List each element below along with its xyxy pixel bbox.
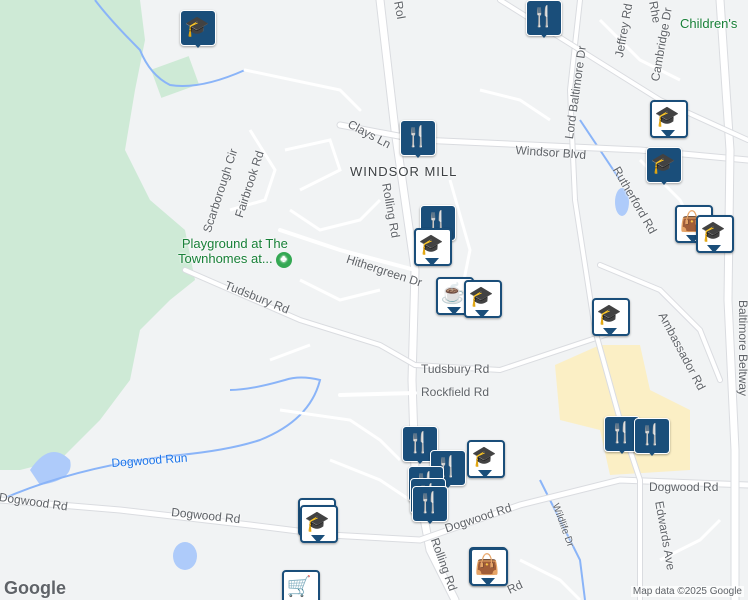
map-pin-school[interactable]: 🎓 bbox=[464, 280, 502, 320]
school-icon: 🎓 bbox=[700, 221, 726, 243]
school-icon: 🎓 bbox=[184, 16, 210, 38]
shopping-bag-icon: 👜 bbox=[474, 554, 500, 576]
map-pin-school[interactable]: 🎓 bbox=[646, 147, 682, 187]
map-pin-restaurant[interactable]: 🍴 bbox=[526, 0, 562, 40]
map-base-layer bbox=[0, 0, 748, 600]
tree-icon: ♣ bbox=[275, 251, 292, 268]
map-pin-grocery-cart[interactable]: 🛒 bbox=[282, 570, 320, 600]
rockfield-rd-label: Rockfield Rd bbox=[421, 385, 490, 399]
grocery-cart-icon: 🛒 bbox=[286, 576, 312, 598]
map-pin-school[interactable]: 🎓 bbox=[180, 10, 216, 50]
map-pin-school[interactable]: 🎓 bbox=[696, 215, 734, 255]
map-pin-shopping-bag[interactable]: 👜 bbox=[470, 548, 508, 588]
school-icon: 🎓 bbox=[650, 153, 676, 175]
restaurant-icon: 🍴 bbox=[608, 422, 634, 444]
map-attribution: Map data ©2025 Google bbox=[630, 586, 744, 597]
map-pin-restaurant[interactable]: 🍴 bbox=[412, 486, 448, 526]
restaurant-icon: 🍴 bbox=[404, 126, 430, 148]
restaurant-icon: 🍴 bbox=[416, 492, 442, 514]
map-pin-restaurant[interactable]: 🍴 bbox=[634, 418, 670, 458]
pond-small bbox=[173, 542, 197, 570]
map-pin-school[interactable]: 🎓 bbox=[592, 298, 630, 338]
dogwood-rd-far-east-label: Dogwood Rd bbox=[649, 480, 719, 494]
baltimore-beltway-label: Baltimore Beltway bbox=[736, 300, 748, 397]
school-icon: 🎓 bbox=[596, 304, 622, 326]
school-icon: 🎓 bbox=[471, 446, 497, 468]
windsor-mill-label: WINDSOR MILL bbox=[350, 164, 458, 179]
restaurant-icon: 🍴 bbox=[638, 424, 664, 446]
map-pin-school[interactable]: 🎓 bbox=[467, 440, 505, 480]
playground-label[interactable]: Playground at The Townhomes at... ♣ bbox=[178, 236, 292, 268]
rol-label: Rol bbox=[391, 0, 409, 21]
school-icon: 🎓 bbox=[418, 234, 444, 256]
map-pin-school[interactable]: 🎓 bbox=[414, 228, 452, 268]
google-logo: Google bbox=[4, 578, 66, 598]
school-icon: 🎓 bbox=[654, 106, 680, 128]
restaurant-icon: 🍴 bbox=[530, 6, 556, 28]
playground-label-text: Playground at The Townhomes at... bbox=[178, 236, 288, 266]
map-pin-restaurant[interactable]: 🍴 bbox=[400, 120, 436, 160]
school-icon: 🎓 bbox=[468, 286, 494, 308]
tudsbury-rd-east-label: Tudsbury Rd bbox=[421, 362, 490, 376]
map-pin-school[interactable]: 🎓 bbox=[650, 100, 688, 140]
map-canvas[interactable]: WINDSOR MILL Windsor Blvd Clays Ln Rolli… bbox=[0, 0, 748, 600]
school-icon: 🎓 bbox=[304, 511, 330, 533]
map-pin-school[interactable]: 🎓 bbox=[300, 505, 338, 545]
childrens-label: Children's bbox=[680, 16, 738, 31]
